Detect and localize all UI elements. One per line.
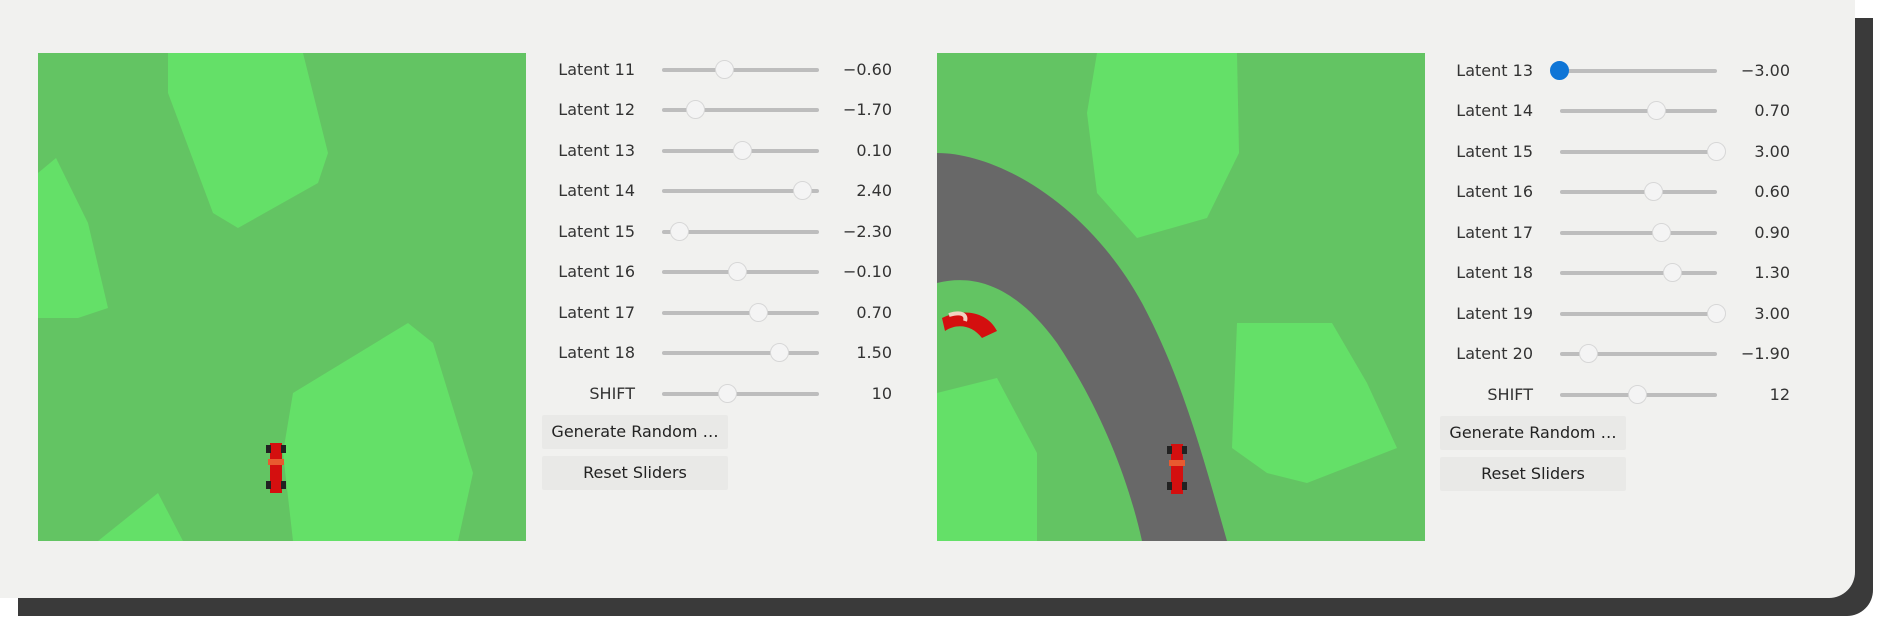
slider-label: Latent 15: [1456, 142, 1533, 161]
slider-value: 0.70: [1754, 101, 1790, 120]
slider-value: 1.50: [856, 343, 892, 362]
reset-sliders-button[interactable]: Reset Sliders: [1440, 457, 1626, 491]
slider-thumb[interactable]: [1647, 101, 1666, 120]
slider-row-latent-13: Latent 13 0.10: [542, 131, 932, 171]
slider-thumb[interactable]: [749, 303, 768, 322]
slider-track[interactable]: [1560, 190, 1717, 194]
slider-thumb[interactable]: [1550, 61, 1569, 80]
slider-value: −2.30: [842, 222, 892, 241]
slider-thumb[interactable]: [733, 141, 752, 160]
slider-thumb[interactable]: [1628, 385, 1647, 404]
slider-thumb[interactable]: [686, 100, 705, 119]
slider-label: Latent 16: [1456, 182, 1533, 201]
slider-track[interactable]: [1560, 109, 1717, 113]
slider-value: −1.90: [1740, 344, 1790, 363]
slider-track[interactable]: [1560, 271, 1717, 275]
slider-row-shift: SHIFT 10: [542, 374, 932, 414]
generated-image-1: [38, 53, 526, 541]
slider-thumb[interactable]: [1579, 344, 1598, 363]
slider-label: Latent 11: [558, 60, 635, 79]
slider-track[interactable]: [1560, 231, 1717, 235]
slider-thumb[interactable]: [718, 384, 737, 403]
slider-label: Latent 18: [1456, 263, 1533, 282]
slider-track[interactable]: [1560, 312, 1717, 316]
slider-label: Latent 13: [558, 141, 635, 160]
slider-thumb[interactable]: [715, 60, 734, 79]
slider-value: −1.70: [842, 100, 892, 119]
slider-row-latent-18: Latent 18 1.30: [1440, 253, 1830, 293]
slider-label: Latent 14: [558, 181, 635, 200]
slider-value: 0.10: [856, 141, 892, 160]
slider-value: 3.00: [1754, 142, 1790, 161]
slider-track[interactable]: [662, 311, 819, 315]
slider-label: Latent 17: [1456, 223, 1533, 242]
slider-row-latent-18: Latent 18 1.50: [542, 333, 932, 373]
slider-row-shift: SHIFT 12: [1440, 375, 1830, 415]
slider-value: −0.60: [842, 60, 892, 79]
slider-row-latent-14: Latent 14 2.40: [542, 171, 932, 211]
slider-value: 0.90: [1754, 223, 1790, 242]
slider-track[interactable]: [662, 392, 819, 396]
slider-thumb[interactable]: [793, 181, 812, 200]
slider-label: Latent 16: [558, 262, 635, 281]
generated-image-2: [937, 53, 1425, 541]
slider-track[interactable]: [1560, 69, 1717, 73]
slider-label: Latent 14: [1456, 101, 1533, 120]
slider-row-latent-20: Latent 20 −1.90: [1440, 334, 1830, 374]
slider-thumb[interactable]: [1707, 142, 1726, 161]
slider-label: Latent 13: [1456, 61, 1533, 80]
slider-value: 2.40: [856, 181, 892, 200]
slider-value: 10: [871, 384, 892, 403]
slider-row-latent-14: Latent 14 0.70: [1440, 91, 1830, 131]
slider-value: 12: [1769, 385, 1790, 404]
slider-value: 0.70: [856, 303, 892, 322]
slider-value: −0.10: [842, 262, 892, 281]
slider-thumb[interactable]: [1652, 223, 1671, 242]
slider-row-latent-13: Latent 13 −3.00: [1440, 51, 1830, 91]
slider-label: Latent 19: [1456, 304, 1533, 323]
slider-label: Latent 17: [558, 303, 635, 322]
slider-row-latent-19: Latent 19 3.00: [1440, 294, 1830, 334]
slider-label: Latent 18: [558, 343, 635, 362]
slider-row-latent-15: Latent 15 3.00: [1440, 132, 1830, 172]
slider-thumb[interactable]: [728, 262, 747, 281]
generate-random-button[interactable]: Generate Random …: [1440, 416, 1626, 450]
slider-row-latent-17: Latent 17 0.90: [1440, 213, 1830, 253]
reset-sliders-button[interactable]: Reset Sliders: [542, 456, 728, 490]
slider-label: Latent 20: [1456, 344, 1533, 363]
slider-row-latent-12: Latent 12 −1.70: [542, 90, 932, 130]
slider-value: 3.00: [1754, 304, 1790, 323]
slider-row-latent-16: Latent 16 −0.10: [542, 252, 932, 292]
slider-label: Latent 15: [558, 222, 635, 241]
slider-track[interactable]: [662, 68, 819, 72]
slider-row-latent-15: Latent 15 −2.30: [542, 212, 932, 252]
slider-value: 0.60: [1754, 182, 1790, 201]
slider-row-latent-16: Latent 16 0.60: [1440, 172, 1830, 212]
slider-track[interactable]: [662, 351, 819, 355]
slider-row-latent-11: Latent 11 −0.60: [542, 50, 932, 90]
slider-row-latent-17: Latent 17 0.70: [542, 293, 932, 333]
generate-random-button[interactable]: Generate Random …: [542, 415, 728, 449]
slider-label: SHIFT: [1487, 385, 1533, 404]
slider-label: SHIFT: [589, 384, 635, 403]
slider-value: 1.30: [1754, 263, 1790, 282]
slider-track[interactable]: [1560, 150, 1717, 154]
slider-thumb[interactable]: [1707, 304, 1726, 323]
app-card: Latent 11 −0.60 Latent 12 −1.70 Latent 1…: [0, 0, 1855, 598]
slider-thumb[interactable]: [1644, 182, 1663, 201]
slider-thumb[interactable]: [1663, 263, 1682, 282]
slider-thumb[interactable]: [670, 222, 689, 241]
slider-value: −3.00: [1740, 61, 1790, 80]
slider-thumb[interactable]: [770, 343, 789, 362]
slider-label: Latent 12: [558, 100, 635, 119]
